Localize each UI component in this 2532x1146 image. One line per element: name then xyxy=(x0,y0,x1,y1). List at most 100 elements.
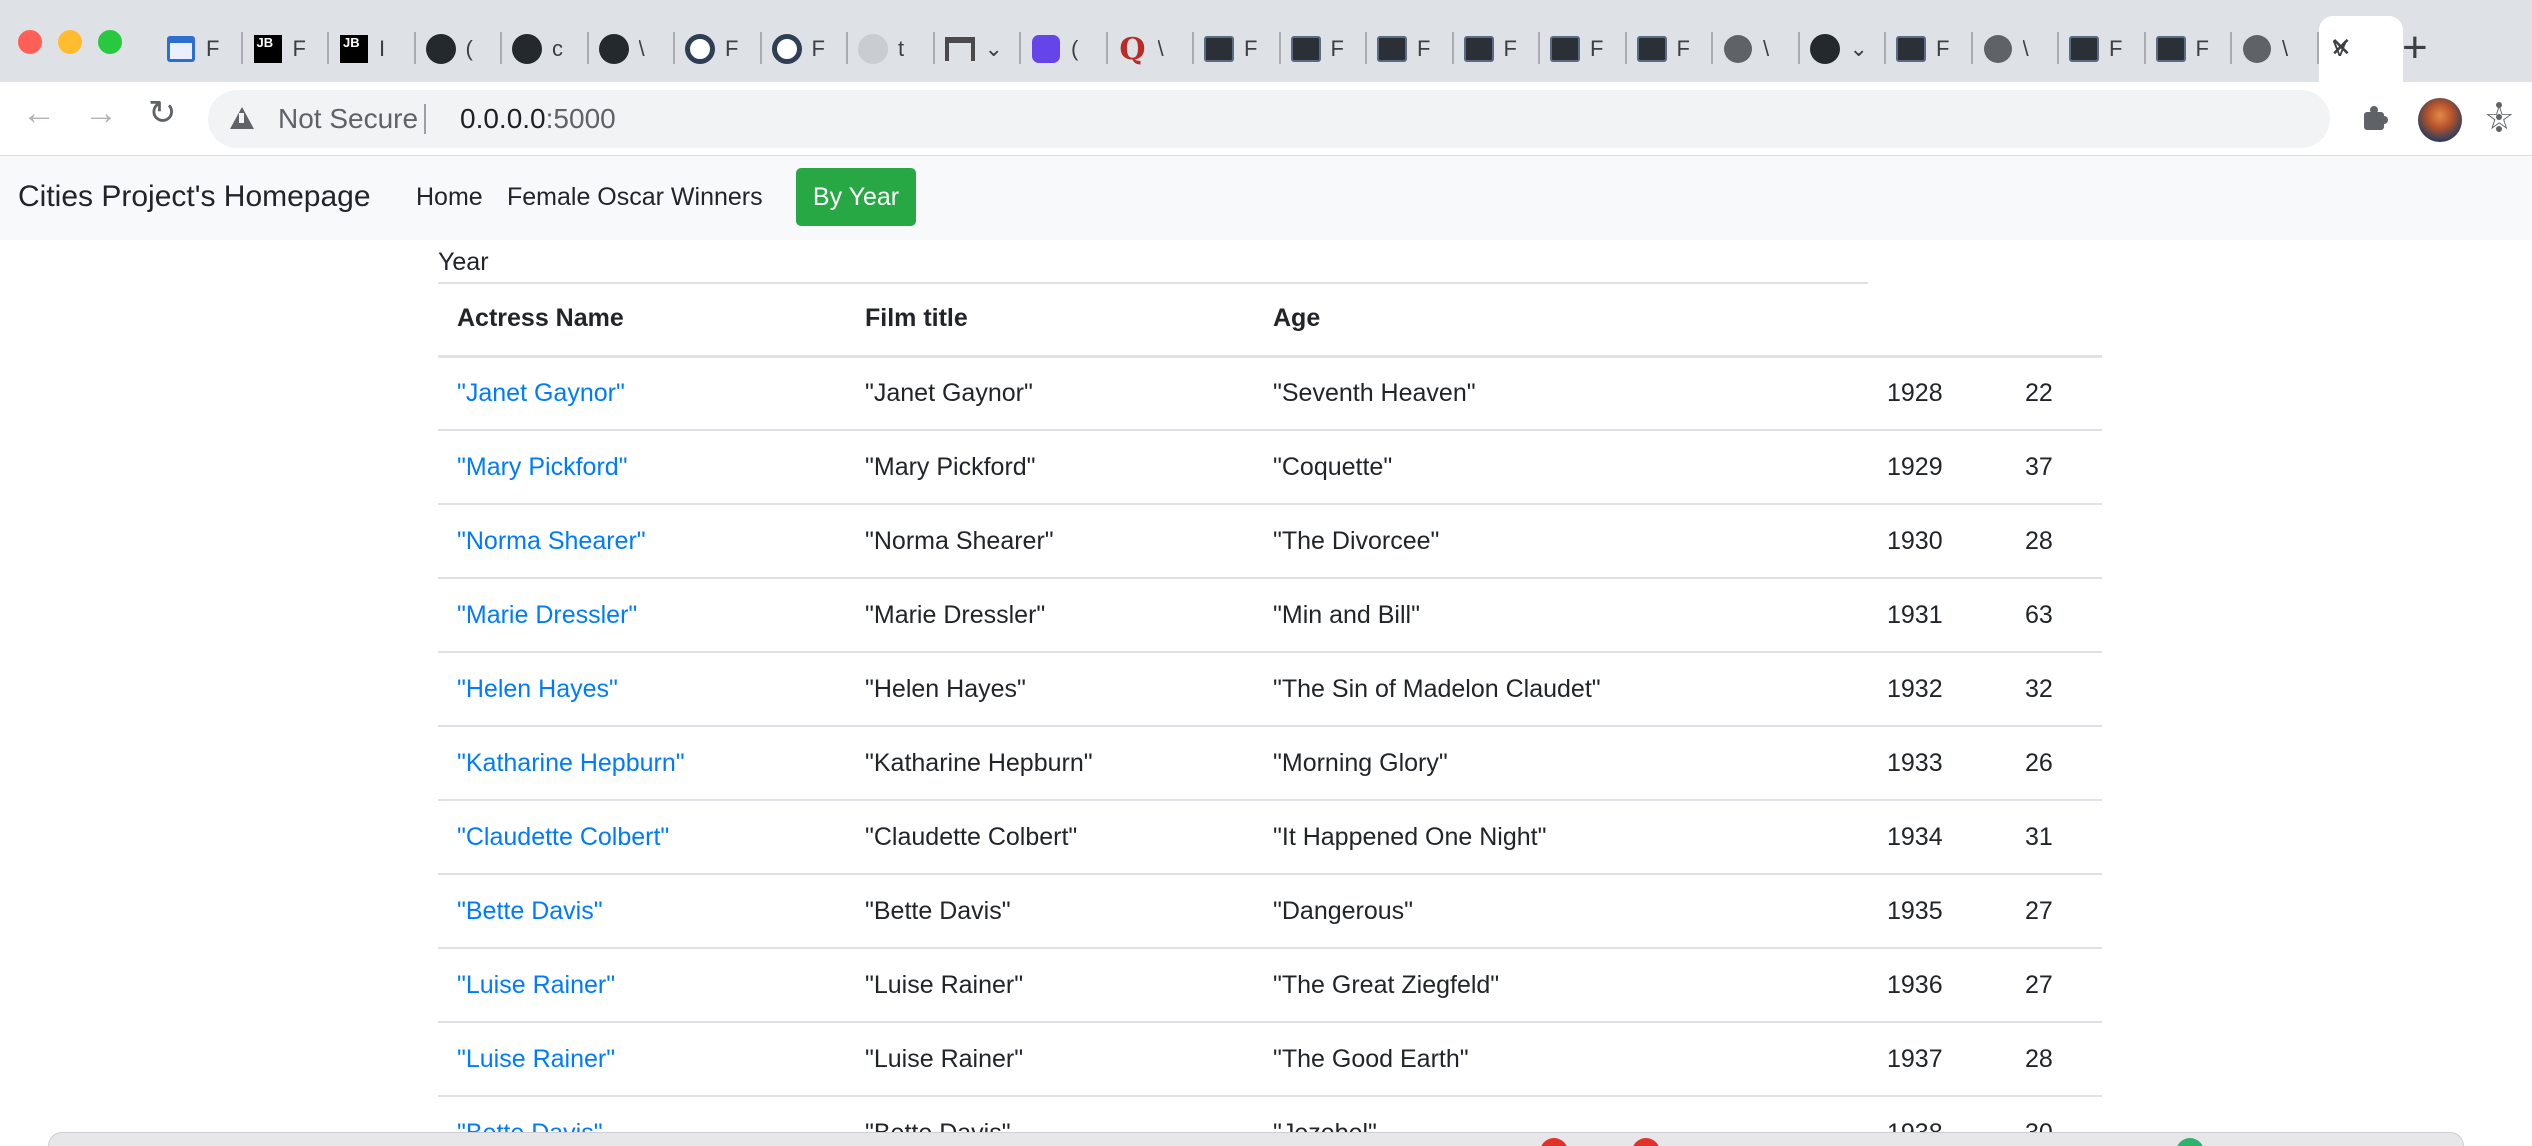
by-year-button[interactable]: By Year xyxy=(796,168,916,226)
year-cell: 1928 xyxy=(1887,379,1943,407)
omnibox-divider xyxy=(424,104,426,134)
age-cell: 31 xyxy=(2025,823,2053,851)
close-window-button[interactable] xyxy=(18,30,42,54)
browser-tab[interactable]: t xyxy=(848,16,935,82)
address-bar[interactable]: Not Secure 0.0.0.0:5000 ☆ xyxy=(208,90,2514,148)
tab-title: F xyxy=(1503,36,1517,61)
film-title-cell: "Min and Bill" xyxy=(1273,601,1420,629)
github-icon xyxy=(598,34,629,64)
browser-tab[interactable]: F xyxy=(156,16,243,82)
tab-title: F xyxy=(1244,36,1258,61)
dock xyxy=(48,1132,2464,1146)
back-arrow-icon[interactable]: ← xyxy=(22,96,56,130)
minimize-window-button[interactable] xyxy=(58,30,82,54)
nav-female-oscar-winners-link[interactable]: Female Oscar Winners xyxy=(507,183,763,212)
film-title-cell: "The Divorcee" xyxy=(1273,527,1440,555)
column-header-film: Film title xyxy=(865,304,968,332)
actress-link[interactable]: "Janet Gaynor" xyxy=(457,379,625,408)
table-header-row: Actress Name Film title Age xyxy=(438,284,2102,358)
tab-title: F xyxy=(1590,36,1604,61)
security-label[interactable]: Not Secure xyxy=(278,103,418,135)
film-title-cell: "Dangerous" xyxy=(1273,897,1414,925)
browser-tab[interactable]: F xyxy=(1367,16,1454,82)
tab-title: \ xyxy=(2022,36,2029,61)
nav-home-link[interactable]: Home xyxy=(416,183,483,212)
new-tab-button[interactable]: + xyxy=(2402,26,2428,70)
actress-link[interactable]: "Mary Pickford" xyxy=(457,453,628,482)
browser-tab[interactable]: F xyxy=(2146,16,2233,82)
browser-tab[interactable]: JB I xyxy=(329,16,416,82)
table-row: "Bette Davis" "Bette Davis" "Dangerous" 193… xyxy=(438,875,2102,949)
python-icon xyxy=(771,34,802,64)
table-body: "Janet Gaynor" "Janet Gaynor" "Seventh Hea… xyxy=(438,357,2102,1146)
table-row: "Claudette Colbert" "Claudette Colbert" "I… xyxy=(438,801,2102,875)
profile-avatar[interactable] xyxy=(2418,98,2462,142)
browser-tab[interactable]: F xyxy=(1886,16,1973,82)
actress-link[interactable]: "Luise Rainer" xyxy=(457,1045,615,1074)
browser-tab[interactable]: ( xyxy=(1021,16,1108,82)
browser-tab[interactable]: \ xyxy=(1713,16,1800,82)
year-cell: 1931 xyxy=(1887,601,1943,629)
tab-title: t xyxy=(898,36,905,61)
actress-link[interactable]: "Katharine Hepburn" xyxy=(457,749,685,778)
table-row: "Janet Gaynor" "Janet Gaynor" "Seventh Hea… xyxy=(438,357,2102,431)
actress-link[interactable]: "Marie Dressler" xyxy=(457,601,637,630)
browser-tab[interactable]: F xyxy=(675,16,762,82)
browser-tab[interactable]: F xyxy=(1454,16,1541,82)
actress-link[interactable]: "Norma Shearer" xyxy=(457,527,646,556)
jetbrains-icon: JB xyxy=(339,34,369,64)
tab-title: I xyxy=(379,36,386,61)
age-cell: 28 xyxy=(2025,1045,2053,1073)
zoom-window-button[interactable] xyxy=(98,30,122,54)
actress-link[interactable]: "Helen Hayes" xyxy=(457,675,618,704)
browser-tab[interactable]: ( xyxy=(416,16,503,82)
tab-title: F xyxy=(292,36,306,61)
film-title-cell: "The Great Ziegfeld" xyxy=(1273,971,1500,999)
browser-tab[interactable]: c xyxy=(502,16,589,82)
browser-tab[interactable]: ⌄ xyxy=(1800,16,1887,82)
film-title-cell: "Seventh Heaven" xyxy=(1273,379,1476,407)
actress-link[interactable]: "Luise Rainer" xyxy=(457,971,615,1000)
column-header-age: Age xyxy=(1273,304,1321,332)
site-brand[interactable]: Cities Project's Homepage xyxy=(18,180,371,214)
age-cell: 26 xyxy=(2025,749,2053,777)
table-row: "Luise Rainer" "Luise Rainer" "The Great Z… xyxy=(438,949,2102,1023)
reload-icon[interactable]: ↻ xyxy=(148,96,177,130)
tab-title: F xyxy=(725,36,739,61)
browser-tab[interactable]: F xyxy=(1627,16,1714,82)
year-cell: 1936 xyxy=(1887,971,1943,999)
browser-tab[interactable]: F xyxy=(1540,16,1627,82)
terminal-icon xyxy=(1636,34,1667,64)
browser-tab[interactable]: F xyxy=(1194,16,1281,82)
tab-title: \ xyxy=(2282,36,2289,61)
actress-link[interactable]: "Claudette Colbert" xyxy=(457,823,669,852)
github-icon xyxy=(1809,34,1840,64)
browser-menu-icon[interactable] xyxy=(2496,102,2504,138)
close-tab-icon[interactable]: ✕ xyxy=(2330,34,2352,60)
year-cell: 1932 xyxy=(1887,675,1943,703)
browser-tab[interactable]: Q \ xyxy=(1108,16,1195,82)
browser-tab[interactable]: JB F xyxy=(243,16,330,82)
browser-tab[interactable]: \ xyxy=(589,16,676,82)
extensions-puzzle-icon[interactable] xyxy=(2360,104,2388,132)
tab-title: ( xyxy=(1071,36,1079,61)
tab-strip: F JB F JB I(c \ F Ft ⌄(Q \ F F F F F F \ ⌄ F \ F F \ V ✕ + xyxy=(0,0,2532,82)
actress-name-cell: "Luise Rainer" xyxy=(865,971,1024,999)
browser-tab[interactable]: F xyxy=(2059,16,2146,82)
browser-tab[interactable]: F xyxy=(1281,16,1368,82)
tab-title: \ xyxy=(638,36,645,61)
actress-link[interactable]: "Bette Davis" xyxy=(457,897,603,926)
browser-tab[interactable]: F xyxy=(762,16,849,82)
actress-name-cell: "Marie Dressler" xyxy=(865,601,1046,629)
table-row: "Katharine Hepburn" "Katharine Hepburn" "M… xyxy=(438,727,2102,801)
browser-tab[interactable]: \ xyxy=(1973,16,2060,82)
tab-title: ⌄ xyxy=(984,36,1001,61)
table-row: "Marie Dressler" "Marie Dressler" "Min and… xyxy=(438,579,2102,653)
terminal-icon xyxy=(1463,34,1494,64)
browser-tab[interactable]: ⌄ xyxy=(935,16,1022,82)
forward-arrow-icon[interactable]: → xyxy=(84,96,118,130)
url-text[interactable]: 0.0.0.0:5000 xyxy=(460,103,616,135)
browser-tab[interactable]: \ xyxy=(2232,16,2319,82)
actress-name-cell: "Janet Gaynor" xyxy=(865,379,1033,407)
github-icon xyxy=(512,34,542,64)
